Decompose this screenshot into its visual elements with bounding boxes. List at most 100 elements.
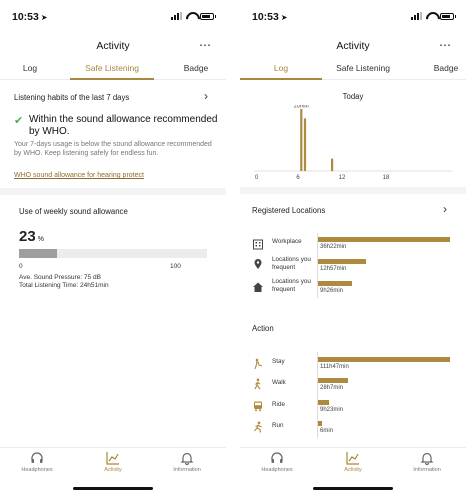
action-row-bar <box>318 378 349 383</box>
nav-activity-label: Activity <box>104 467 122 473</box>
who-allowance-link[interactable]: WHO sound allowance for hearing protect <box>14 172 144 179</box>
tab-log[interactable]: Log <box>0 63 60 80</box>
nav-activity[interactable]: Activity <box>83 451 143 473</box>
nav-information-label: Information <box>413 467 441 473</box>
more-options-icon[interactable]: ⋯ <box>199 38 212 52</box>
progress-tick-min: 0 <box>19 263 23 270</box>
tab-badge[interactable]: Badge <box>416 63 466 80</box>
headphones-icon <box>31 452 43 463</box>
page-title: Activity <box>96 40 130 52</box>
who-status-title: Within the sound allowance recommended b… <box>29 114 218 137</box>
ave-sound-pressure: Ave. Sound Pressure: 75 dB <box>19 274 101 281</box>
locations-axis-line <box>317 233 318 298</box>
header: Activity ⋯ <box>0 30 226 60</box>
chart-bar <box>331 158 334 171</box>
tab-bar: Log Safe Listening Badge <box>0 60 226 80</box>
location-row-value: 36h22min <box>320 244 347 250</box>
home-icon <box>253 282 263 292</box>
tab-bar: Log Safe Listening Badge <box>240 60 466 80</box>
bottom-navigation: Headphones Activity Information <box>240 447 466 487</box>
chevron-right-icon[interactable]: › <box>204 89 208 103</box>
tab-safe-listening[interactable]: Safe Listening <box>70 63 154 80</box>
check-icon: ✔ <box>14 115 24 127</box>
walk-icon <box>254 378 261 390</box>
page-title: Activity <box>336 40 370 52</box>
locations-title: Registered Locations <box>252 206 326 215</box>
signal-icon <box>171 12 182 20</box>
chart-bar <box>303 118 307 171</box>
location-row-label: Locations you frequent <box>272 278 311 293</box>
action-row-label: Ride <box>272 401 285 408</box>
chart-x-tick: 12 <box>339 175 346 181</box>
log-screen: 10:53 ➤ Activity ⋯ Log Safe Listening Bad… <box>240 0 466 500</box>
listening-stats: Ave. Sound Pressure: 75 dB Total Listeni… <box>19 274 109 290</box>
action-title: Action <box>252 324 274 333</box>
action-row-value: 6min <box>320 428 334 434</box>
header: Activity ⋯ <box>240 30 466 60</box>
today-chart: 20min 0 6 12 18 <box>254 105 452 181</box>
location-row-label: Locations you frequent <box>272 256 311 271</box>
stay-icon <box>254 358 263 370</box>
habits-title: Listening habits of the last 7 days <box>14 93 130 102</box>
status-bar: 10:53 ➤ <box>0 0 226 30</box>
headphones-icon <box>271 452 283 463</box>
activity-chart-icon <box>106 452 119 465</box>
chart-peak-label: 20min <box>294 105 309 110</box>
location-row-bar <box>318 237 450 242</box>
status-bar: 10:53 ➤ <box>240 0 466 30</box>
action-row-label: Walk <box>272 379 286 386</box>
wifi-icon <box>186 12 196 20</box>
tab-log[interactable]: Log <box>240 63 322 80</box>
nav-headphones[interactable]: Headphones <box>7 451 67 473</box>
battery-icon <box>440 12 456 20</box>
chart-x-tick: 6 <box>296 175 300 181</box>
allowance-progress-bar <box>19 249 207 258</box>
nav-information[interactable]: Information <box>397 451 457 473</box>
safe-listening-screen: 10:53 ➤ Activity ⋯ Log Safe Listening Bad… <box>0 0 226 500</box>
action-row-bar <box>318 357 450 362</box>
chart-x-tick: 0 <box>255 175 259 181</box>
chart-x-tick: 18 <box>383 175 390 181</box>
screen-gutter <box>226 0 240 500</box>
tab-badge[interactable]: Badge <box>166 63 226 80</box>
bell-icon <box>180 452 194 465</box>
more-options-icon[interactable]: ⋯ <box>439 38 452 52</box>
status-time: 10:53 ➤ <box>252 11 288 23</box>
weekly-allowance-title: Use of weekly sound allowance <box>19 207 128 216</box>
total-listening-time: Total Listening Time: 24h51min <box>19 282 109 289</box>
chevron-right-icon[interactable]: › <box>443 202 447 216</box>
today-title: Today <box>342 92 364 101</box>
location-row-bar <box>318 281 353 286</box>
location-arrow-icon: ➤ <box>280 13 288 22</box>
action-row-label: Stay <box>272 358 285 365</box>
nav-headphones[interactable]: Headphones <box>247 451 307 473</box>
chart-bar <box>300 109 303 171</box>
action-row-bar <box>318 421 322 426</box>
spacer <box>240 307 466 311</box>
action-row-bar <box>318 400 329 405</box>
action-row-value: 111h47min <box>320 364 349 370</box>
section-divider <box>240 187 466 194</box>
bottom-navigation: Headphones Activity Information <box>0 447 226 487</box>
battery-icon <box>200 12 216 20</box>
action-row-label: Run <box>272 422 284 429</box>
nav-activity[interactable]: Activity <box>323 451 383 473</box>
wifi-icon <box>426 12 436 20</box>
activity-chart-icon <box>346 452 359 465</box>
nav-headphones-label: Headphones <box>261 467 293 473</box>
home-indicator <box>73 487 153 490</box>
nav-headphones-label: Headphones <box>21 467 53 473</box>
tab-safe-listening[interactable]: Safe Listening <box>324 63 402 80</box>
allowance-percent: 23% <box>19 228 44 245</box>
nav-information[interactable]: Information <box>157 451 217 473</box>
progress-tick-max: 100 <box>170 263 181 270</box>
location-arrow-icon: ➤ <box>40 13 48 22</box>
action-row-value: 9h23min <box>320 407 344 413</box>
allowance-progress-fill <box>19 249 57 258</box>
building-icon <box>253 239 263 250</box>
location-row-bar <box>318 259 366 264</box>
signal-icon <box>411 12 422 20</box>
action-row-value: 28h7min <box>320 385 344 391</box>
section-divider <box>0 188 226 195</box>
run-icon <box>254 421 262 433</box>
